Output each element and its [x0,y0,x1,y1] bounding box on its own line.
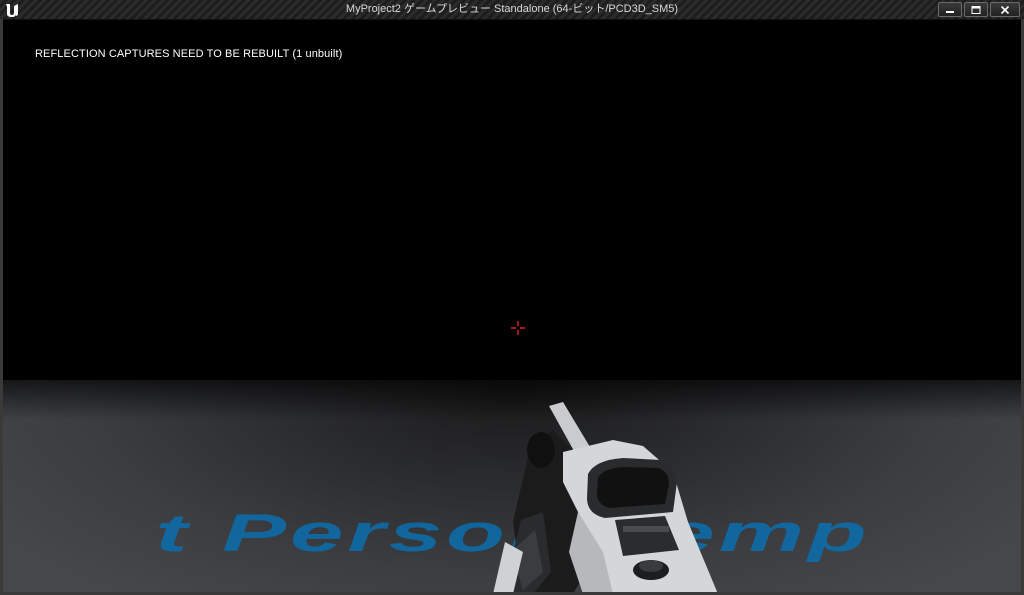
first-person-weapon [493,402,718,592]
game-viewport[interactable]: t Person Temp REFLECTION CAPTURES NEED T… [3,20,1021,592]
reflection-warning-message: REFLECTION CAPTURES NEED TO BE REBUILT (… [35,48,343,60]
window-controls [938,2,1020,17]
minimize-button[interactable] [938,2,962,17]
crosshair-icon [511,321,525,335]
maximize-button[interactable] [964,2,988,17]
window-title: MyProject2 ゲームプレビュー Standalone (64-ビット/P… [345,3,679,15]
minimize-icon [946,10,954,13]
close-icon [1000,5,1010,14]
title-bar[interactable]: MyProject2 ゲームプレビュー Standalone (64-ビット/P… [0,0,1024,20]
maximize-icon [971,5,981,14]
close-button[interactable] [990,2,1020,17]
